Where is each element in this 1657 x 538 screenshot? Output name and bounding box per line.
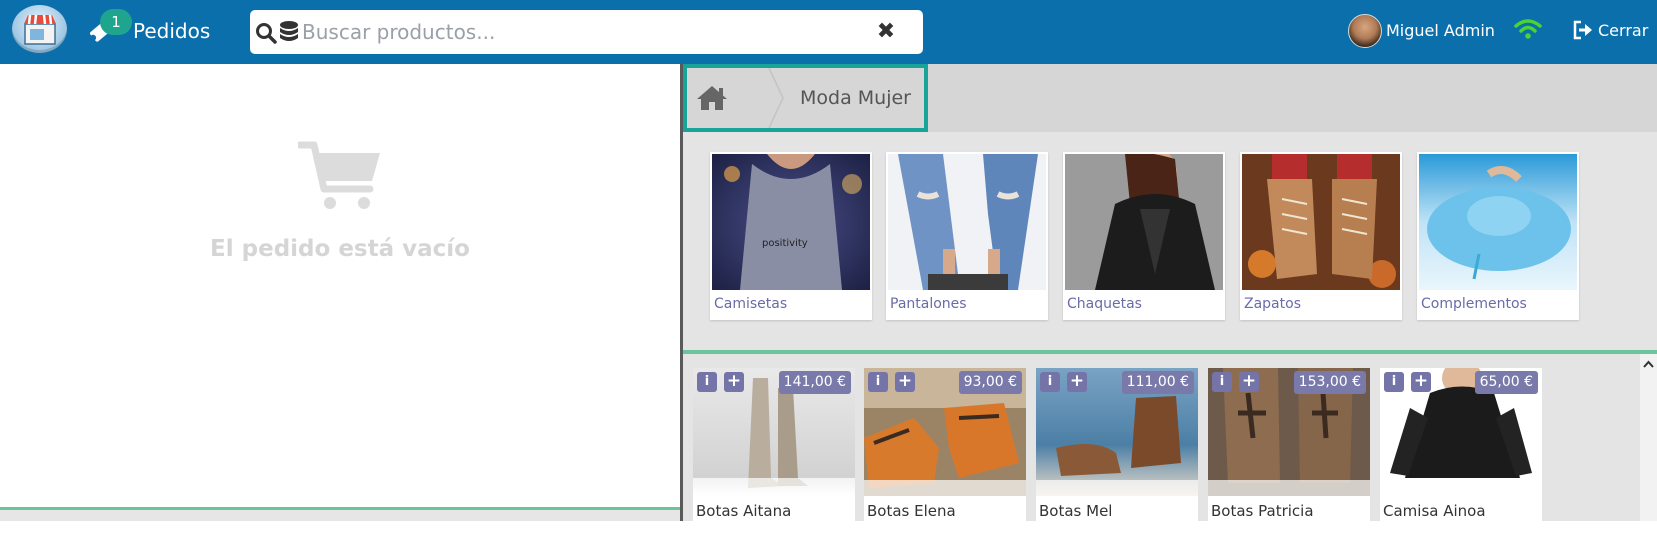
product-name: Botas Mel: [1039, 502, 1113, 520]
category-image: [1242, 154, 1400, 290]
breadcrumb-bar: Moda Mujer: [683, 64, 1657, 132]
orders-count-badge: 1: [100, 9, 132, 35]
product-price: 93,00 €: [958, 371, 1022, 394]
wifi-icon: [1514, 19, 1542, 39]
category-label: Pantalones: [890, 296, 967, 312]
breadcrumb-current[interactable]: Moda Mujer: [800, 87, 911, 109]
product-card[interactable]: i + 153,00 € Botas Patricia: [1208, 368, 1370, 538]
category-card-pantalones[interactable]: Pantalones: [886, 152, 1048, 320]
chevron-up-icon[interactable]: [1643, 360, 1654, 368]
category-label: Camisetas: [714, 296, 788, 312]
orders-label[interactable]: Pedidos: [133, 19, 210, 43]
home-icon[interactable]: [695, 84, 729, 112]
product-name: Botas Elena: [867, 502, 956, 520]
product-add-button[interactable]: +: [1067, 372, 1087, 392]
search-input[interactable]: [302, 10, 862, 54]
product-card[interactable]: i + 65,00 € Camisa Ainoa: [1380, 368, 1542, 538]
product-scrollbar[interactable]: [1640, 354, 1657, 521]
product-name: Botas Aitana: [696, 502, 792, 520]
product-add-button[interactable]: +: [724, 372, 744, 392]
product-name: Botas Patricia: [1211, 502, 1314, 520]
product-price: 111,00 €: [1121, 371, 1194, 394]
category-label: Zapatos: [1244, 296, 1301, 312]
breadcrumb: Moda Mujer: [683, 64, 928, 132]
category-label: Chaquetas: [1067, 296, 1142, 312]
product-add-button[interactable]: +: [1239, 372, 1259, 392]
svg-text:positivity: positivity: [762, 238, 808, 249]
logout-icon[interactable]: [1572, 20, 1594, 40]
store-logo-button[interactable]: [12, 5, 67, 53]
top-bar: 1 Pedidos ✖ Miguel Admin Cerrar: [0, 0, 1657, 64]
store-icon: [24, 14, 56, 45]
category-image: [888, 154, 1046, 290]
category-card-chaquetas[interactable]: Chaquetas: [1063, 152, 1225, 320]
product-card[interactable]: i + 111,00 € Botas Mel: [1036, 368, 1198, 538]
product-name: Camisa Ainoa: [1383, 502, 1486, 520]
product-add-button[interactable]: +: [1411, 372, 1431, 392]
database-icon[interactable]: [278, 20, 300, 44]
order-totals-area: [0, 510, 680, 521]
product-price: 141,00 €: [778, 371, 851, 394]
clear-search-button[interactable]: ✖: [873, 20, 899, 46]
category-card-zapatos[interactable]: Zapatos: [1240, 152, 1402, 320]
category-image: positivity: [712, 154, 870, 290]
breadcrumb-separator: [768, 68, 784, 128]
category-image: [1065, 154, 1223, 290]
product-price: 65,00 €: [1474, 371, 1538, 394]
catalog-panel: Moda Mujer positivity Camisetas Pantalon…: [683, 64, 1657, 538]
product-card[interactable]: i + 141,00 € Botas Aitana: [693, 368, 855, 538]
user-menu[interactable]: [1348, 14, 1382, 48]
product-info-button[interactable]: i: [1384, 372, 1404, 392]
category-image: [1419, 154, 1577, 290]
product-card[interactable]: i + 93,00 € Botas Elena: [864, 368, 1026, 538]
category-label: Complementos: [1421, 296, 1527, 312]
avatar[interactable]: [1348, 14, 1382, 48]
user-name[interactable]: Miguel Admin: [1386, 21, 1495, 40]
product-info-button[interactable]: i: [1040, 372, 1060, 392]
order-panel: El pedido está vacío: [0, 64, 680, 521]
logout-button[interactable]: Cerrar: [1598, 21, 1648, 40]
product-info-button[interactable]: i: [697, 372, 717, 392]
product-info-button[interactable]: i: [1212, 372, 1232, 392]
product-price: 153,00 €: [1293, 371, 1366, 394]
category-card-camisetas[interactable]: positivity Camisetas: [710, 152, 872, 320]
category-card-complementos[interactable]: Complementos: [1417, 152, 1579, 320]
product-add-button[interactable]: +: [895, 372, 915, 392]
search-bar: ✖: [250, 10, 923, 54]
cart-icon: [298, 141, 380, 209]
empty-order-message: El pedido está vacío: [210, 236, 470, 262]
product-info-button[interactable]: i: [868, 372, 888, 392]
search-icon: [256, 23, 277, 44]
